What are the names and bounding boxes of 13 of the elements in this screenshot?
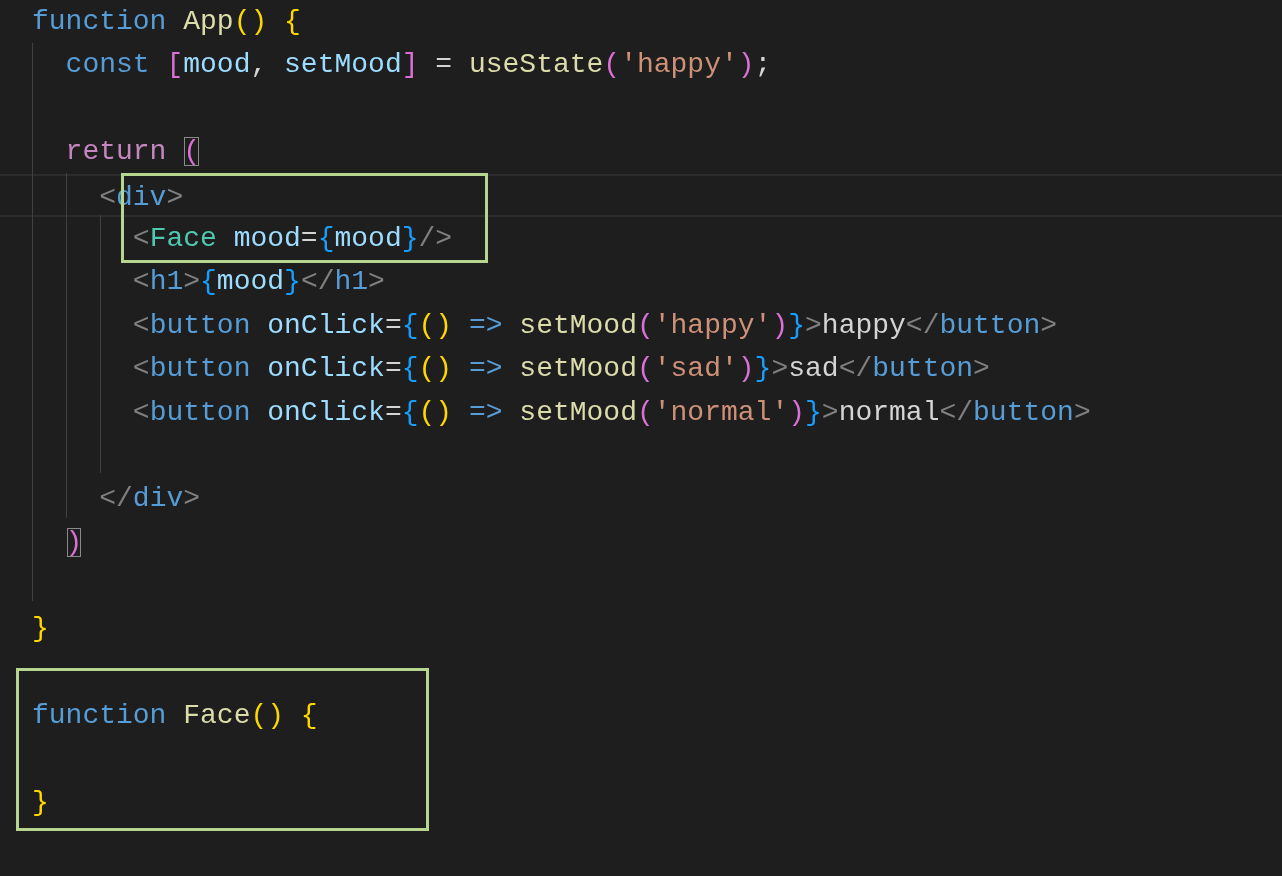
code-line: <button onClick={() => setMood('normal')}>normal</button> [131, 395, 1091, 430]
code-line: function App() { [32, 5, 301, 39]
code-line: <button onClick={() => setMood('sad')}>sad</button> [131, 352, 990, 387]
code-line: return ( [64, 135, 201, 170]
code-line: const [mood, setMood] = useState('happy'); [64, 48, 772, 83]
code-line: <h1>{mood}</h1> [131, 265, 385, 300]
code-line: } [32, 612, 49, 647]
code-line: ) [64, 525, 83, 560]
code-line: </div> [98, 482, 201, 517]
code-line: <Face mood={mood}/> [131, 221, 453, 256]
code-line: function Face() { [32, 699, 318, 734]
code-line: <button onClick={() => setMood('happy')}>happy</button> [131, 308, 1058, 343]
code-line: } [32, 786, 49, 821]
